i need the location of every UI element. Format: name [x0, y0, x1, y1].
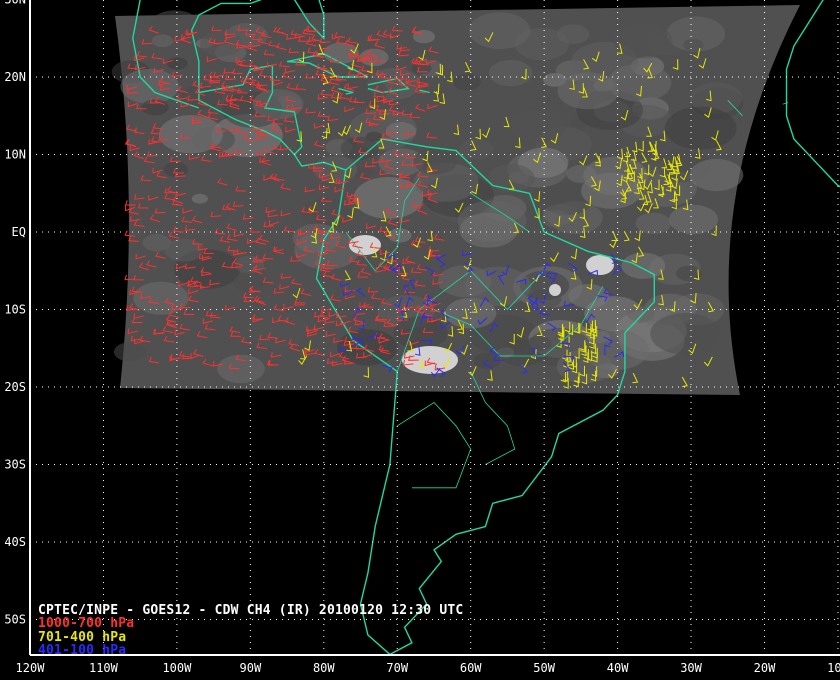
cloud-patch [385, 122, 417, 141]
cloud-patch [337, 329, 398, 366]
border [397, 401, 472, 489]
cloud-patch [233, 271, 266, 292]
cloud-patch [683, 38, 704, 52]
bright-cloud [549, 284, 561, 296]
lon-label: 80W [313, 661, 335, 675]
cloud-patch [650, 312, 720, 355]
lat-label: 10S [4, 303, 26, 317]
bright-cloud [586, 255, 614, 275]
lon-label: 50W [533, 661, 555, 675]
cloud-patch [151, 34, 174, 48]
lon-label: 90W [240, 661, 262, 675]
cloud-patch [453, 74, 481, 91]
cloud-patch [191, 193, 208, 204]
lat-label: EQ [12, 225, 26, 239]
lat-label: 30N [4, 0, 26, 7]
cloud-patch [509, 109, 566, 144]
cloud-patch [621, 252, 666, 279]
cloud-patch [113, 342, 147, 362]
lon-label: 10W [827, 661, 840, 675]
cloud-patch [166, 57, 188, 70]
cloud-patch [488, 164, 535, 193]
lon-label: 70W [386, 661, 408, 675]
border [782, 102, 789, 105]
lon-label: 30W [680, 661, 702, 675]
lat-label: 30S [4, 458, 26, 472]
cloud-patch [354, 167, 374, 179]
lat-label: 50S [4, 613, 26, 627]
cloud-patch [557, 72, 619, 110]
lon-label: 120W [16, 661, 46, 675]
cloud-patch [689, 158, 744, 192]
legend-low-level: 1000-700 hPa [38, 616, 135, 631]
cloud-patch [635, 212, 672, 235]
lon-label: 110W [89, 661, 119, 675]
cloud-patch [611, 135, 637, 151]
legend-high-level: 401-100 hPa [38, 643, 127, 658]
lon-label: 40W [607, 661, 629, 675]
lat-label: 40S [4, 535, 26, 549]
lon-label: 100W [162, 661, 192, 675]
cloud-patch [556, 24, 590, 45]
cloud-patch [664, 106, 737, 150]
satellite-image [111, 5, 800, 395]
map-canvas: 120W 110W 100W 90W 80W 70W 60W 50W 40W 30W 20W 10W 3… [4, 0, 840, 675]
cloud-patch [468, 12, 531, 50]
lat-label: 10N [4, 148, 26, 162]
lat-label: 20S [4, 380, 26, 394]
lon-label: 60W [460, 661, 482, 675]
lon-label: 20W [754, 661, 776, 675]
cloud-patch [626, 305, 655, 323]
satellite-wind-map: 120W 110W 100W 90W 80W 70W 60W 50W 40W 30W 20W 10W 3… [0, 0, 840, 680]
cloud-patch [217, 354, 265, 384]
cloud-patch [340, 136, 379, 160]
cloud-patch [301, 198, 352, 229]
coastline [785, 0, 840, 188]
lat-label: 20N [4, 70, 26, 84]
